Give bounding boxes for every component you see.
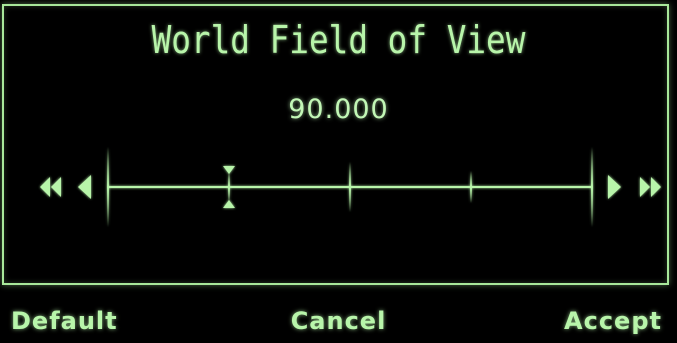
- slider-marker-top[interactable]: [223, 166, 235, 174]
- double-right-arrow-icon-2[interactable]: [651, 177, 661, 197]
- default-button[interactable]: Default: [11, 307, 118, 335]
- accept-button[interactable]: Accept: [564, 307, 662, 335]
- double-right-arrow-icon[interactable]: [640, 177, 650, 197]
- slider-graphic: [40, 147, 661, 227]
- right-arrow-icon[interactable]: [608, 175, 621, 199]
- double-left-arrow-icon-2[interactable]: [51, 177, 61, 197]
- left-arrow-icon[interactable]: [78, 175, 91, 199]
- slider-tick: [470, 171, 472, 203]
- slider-tick: [107, 147, 109, 227]
- cancel-button[interactable]: Cancel: [291, 307, 387, 335]
- fov-slider[interactable]: [0, 140, 677, 235]
- slider-tick: [228, 171, 230, 203]
- slider-tick: [591, 147, 593, 227]
- slider-value-readout: 90.000: [288, 94, 389, 125]
- slider-marker-bottom[interactable]: [223, 200, 235, 208]
- double-left-arrow-icon[interactable]: [40, 177, 50, 197]
- dialog-title: World Field of View: [151, 18, 526, 62]
- slider-tick: [349, 162, 351, 212]
